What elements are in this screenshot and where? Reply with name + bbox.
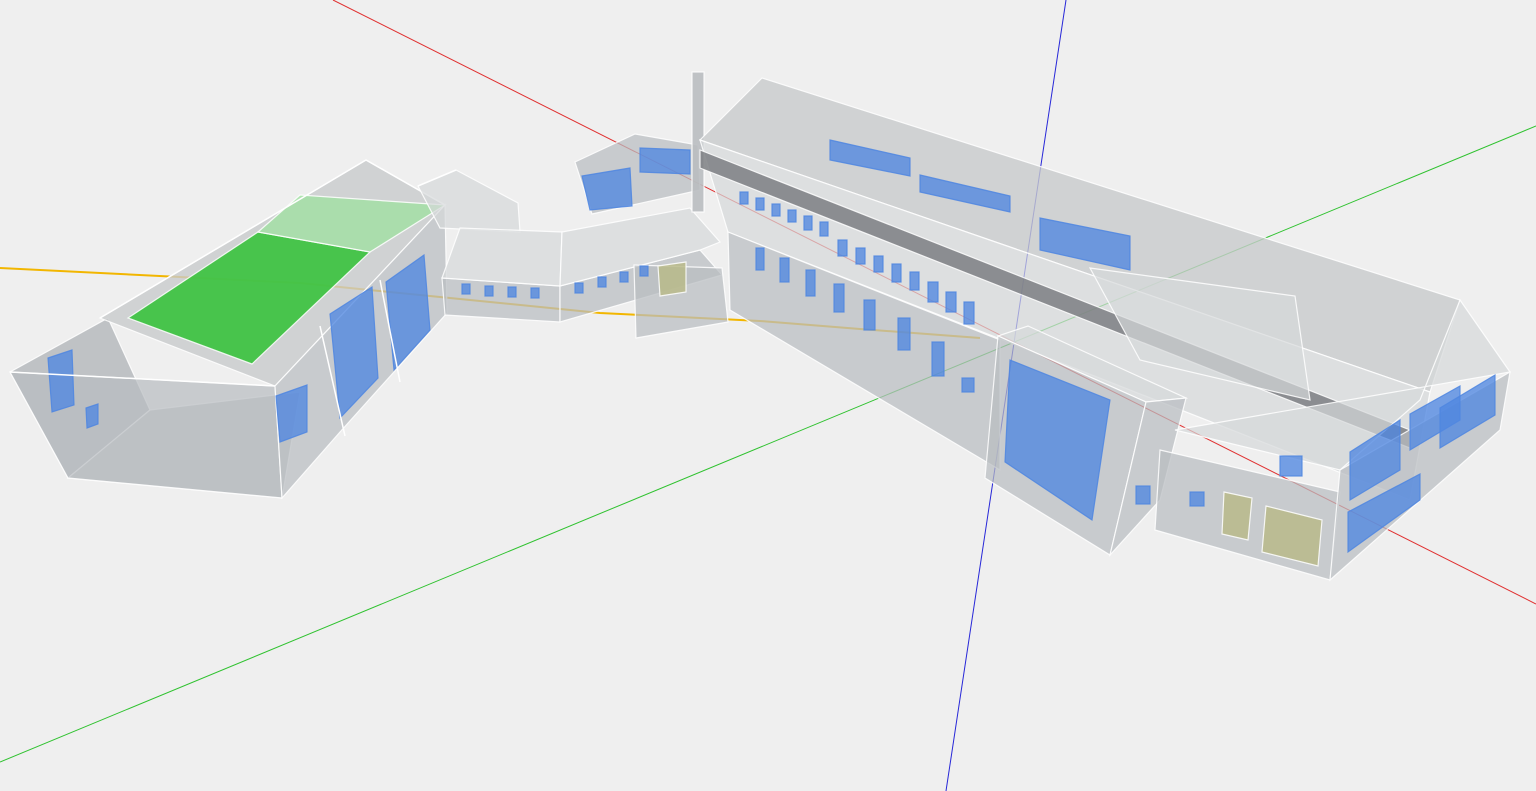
main-window: [739, 191, 749, 205]
main-window: [945, 291, 957, 313]
corridor-window: [639, 265, 649, 277]
corridor-window: [507, 286, 517, 298]
main-window: [833, 283, 845, 313]
corridor-window: [484, 285, 494, 297]
main-window: [787, 209, 797, 223]
main-window: [873, 255, 884, 273]
corridor-window: [530, 287, 540, 299]
corridor-door: [657, 261, 687, 297]
main-window: [755, 197, 765, 211]
building-model-scene[interactable]: [0, 0, 1536, 791]
main-window: [837, 239, 848, 257]
east-wing-window: [1279, 455, 1303, 477]
west-hall-window: [47, 349, 75, 413]
main-window: [931, 341, 945, 377]
main-window: [891, 263, 902, 283]
corridor-window: [597, 276, 607, 288]
main-window: [897, 317, 911, 351]
3d-model-viewport[interactable]: [0, 0, 1536, 791]
main-window: [855, 247, 866, 265]
corridor-window: [461, 283, 471, 295]
east-wing-door: [1221, 491, 1253, 541]
main-window: [779, 257, 790, 283]
east-wing-window: [1189, 491, 1205, 507]
stair-tower-window: [1135, 485, 1151, 505]
main-window: [755, 247, 765, 271]
west-hall-window: [85, 403, 99, 429]
corridor-window: [619, 271, 629, 283]
north-block-window: [639, 147, 691, 175]
main-window: [819, 221, 829, 237]
main-window: [963, 301, 975, 325]
main-window: [863, 299, 876, 331]
north-block-window: [581, 167, 633, 211]
corridor-window: [574, 282, 584, 294]
main-window: [961, 377, 975, 393]
main-window: [927, 281, 939, 303]
corridor-roof-west: [441, 227, 563, 287]
main-window: [805, 269, 816, 297]
main-window: [803, 215, 813, 231]
main-window: [771, 203, 781, 217]
main-window: [909, 271, 920, 291]
